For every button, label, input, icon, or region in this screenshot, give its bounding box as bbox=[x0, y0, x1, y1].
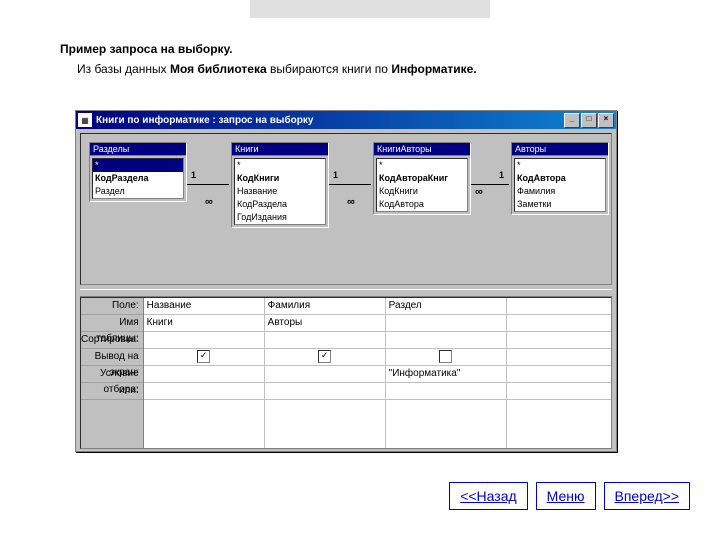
rel-one-icon: 1 bbox=[191, 170, 196, 180]
forward-button[interactable]: Вперед>> bbox=[604, 482, 691, 510]
relationship-line[interactable] bbox=[187, 184, 229, 185]
pane-splitter[interactable] bbox=[80, 289, 612, 297]
menu-button[interactable]: Меню bbox=[536, 482, 596, 510]
query-grid: Поле: Имя таблицы: Сортировка: Вывод на … bbox=[80, 297, 612, 449]
relationship-line[interactable] bbox=[471, 184, 509, 185]
table-header[interactable]: КнигиАвторы bbox=[374, 143, 470, 156]
show-checkbox[interactable]: ✓ bbox=[318, 350, 331, 363]
window-icon: ▦ bbox=[78, 113, 92, 127]
minimize-button[interactable]: _ bbox=[564, 113, 580, 128]
grid-column[interactable] bbox=[507, 298, 612, 448]
nav-buttons: <<Назад Меню Вперед>> bbox=[449, 482, 690, 510]
table-header[interactable]: Разделы bbox=[90, 143, 186, 156]
show-checkbox[interactable] bbox=[439, 350, 452, 363]
show-checkbox[interactable]: ✓ bbox=[197, 350, 210, 363]
grid-column[interactable]: ФамилияАвторы✓ bbox=[265, 298, 386, 448]
relationship-pane[interactable]: Разделы * КодРаздела Раздел Книги * КодК… bbox=[80, 133, 612, 285]
maximize-button[interactable]: □ bbox=[581, 113, 597, 128]
grid-column[interactable]: Раздел"Информатика" bbox=[386, 298, 507, 448]
query-designer-window: ▦ Книги по информатике : запрос на выбор… bbox=[75, 110, 617, 452]
rel-one-icon: 1 bbox=[333, 170, 338, 180]
window-titlebar[interactable]: ▦ Книги по информатике : запрос на выбор… bbox=[76, 111, 616, 129]
table-avtory[interactable]: Авторы * КодАвтора Фамилия Заметки bbox=[511, 142, 609, 215]
back-button[interactable]: <<Назад bbox=[449, 482, 527, 510]
relationship-line[interactable] bbox=[329, 184, 371, 185]
close-button[interactable]: × bbox=[598, 113, 614, 128]
table-header[interactable]: Книги bbox=[232, 143, 328, 156]
rel-one-icon: 1 bbox=[499, 170, 504, 180]
rel-many-icon: ∞ bbox=[205, 196, 213, 208]
rel-many-icon: ∞ bbox=[475, 186, 483, 198]
table-knigiavtory[interactable]: КнигиАвторы * КодАвтораКниг КодКниги Код… bbox=[373, 142, 471, 215]
table-knigi[interactable]: Книги * КодКниги Название КодРаздела Год… bbox=[231, 142, 329, 228]
window-title: Книги по информатике : запрос на выборку bbox=[96, 115, 563, 126]
table-header[interactable]: Авторы bbox=[512, 143, 608, 156]
table-razdely[interactable]: Разделы * КодРаздела Раздел bbox=[89, 142, 187, 202]
grid-row-labels: Поле: Имя таблицы: Сортировка: Вывод на … bbox=[81, 298, 144, 448]
decorative-bar bbox=[250, 0, 490, 18]
slide-heading: Пример запроса на выборку. bbox=[60, 42, 233, 56]
slide-subtext: Из базы данных Моя библиотека выбираются… bbox=[77, 62, 477, 76]
grid-column[interactable]: НазваниеКниги✓ bbox=[144, 298, 265, 448]
rel-many-icon: ∞ bbox=[347, 196, 355, 208]
